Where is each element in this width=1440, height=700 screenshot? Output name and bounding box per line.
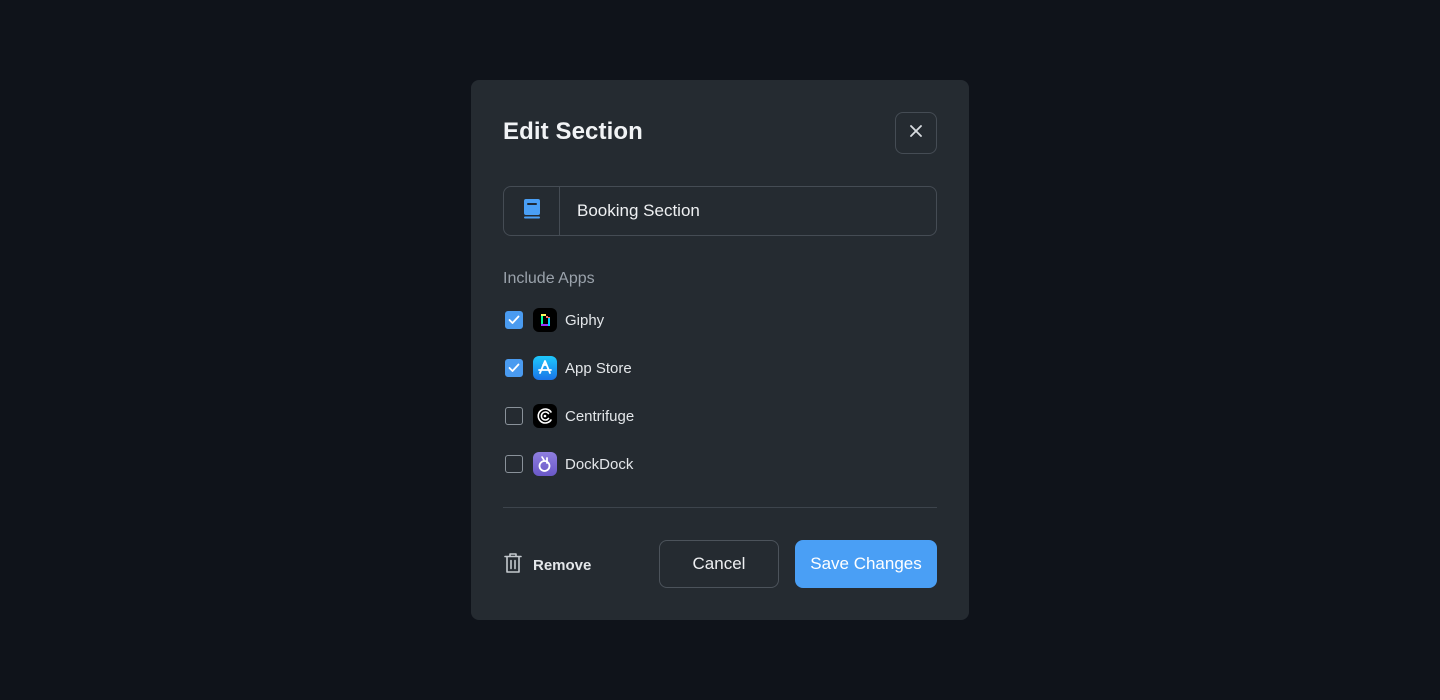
checkmark-icon bbox=[508, 363, 520, 372]
book-icon bbox=[522, 198, 542, 225]
edit-section-modal: Edit Section Include Apps bbox=[471, 80, 969, 620]
app-row-giphy[interactable]: Giphy bbox=[503, 307, 604, 333]
checkmark-icon bbox=[508, 315, 520, 324]
giphy-checkbox[interactable] bbox=[505, 311, 523, 329]
app-name: Centrifuge bbox=[565, 407, 635, 425]
app-row-app-store[interactable]: App Store bbox=[503, 355, 632, 381]
close-icon bbox=[909, 124, 923, 143]
centrifuge-icon bbox=[533, 404, 557, 428]
trash-icon bbox=[503, 552, 523, 579]
footer-divider bbox=[503, 507, 937, 508]
dockdock-icon bbox=[533, 452, 557, 476]
include-apps-label: Include Apps bbox=[503, 270, 595, 287]
centrifuge-checkbox[interactable] bbox=[505, 407, 523, 425]
close-button[interactable] bbox=[895, 112, 937, 154]
app-store-icon bbox=[533, 356, 557, 380]
section-icon-picker[interactable] bbox=[504, 187, 560, 235]
cancel-button[interactable]: Cancel bbox=[659, 540, 779, 588]
app-name: Giphy bbox=[565, 311, 605, 329]
section-name-input[interactable] bbox=[560, 187, 936, 235]
remove-button[interactable]: Remove bbox=[503, 552, 592, 579]
dockdock-checkbox[interactable] bbox=[505, 455, 523, 473]
app-name: DockDock bbox=[565, 455, 634, 473]
app-row-centrifuge[interactable]: Centrifuge bbox=[503, 403, 634, 429]
giphy-icon bbox=[533, 308, 557, 332]
save-changes-button[interactable]: Save Changes bbox=[795, 540, 937, 588]
app-row-dockdock[interactable]: DockDock bbox=[503, 451, 633, 477]
app-name: App Store bbox=[565, 359, 632, 377]
modal-title: Edit Section bbox=[503, 118, 643, 145]
app-store-checkbox[interactable] bbox=[505, 359, 523, 377]
remove-label: Remove bbox=[533, 556, 592, 574]
section-name-field bbox=[503, 186, 937, 236]
